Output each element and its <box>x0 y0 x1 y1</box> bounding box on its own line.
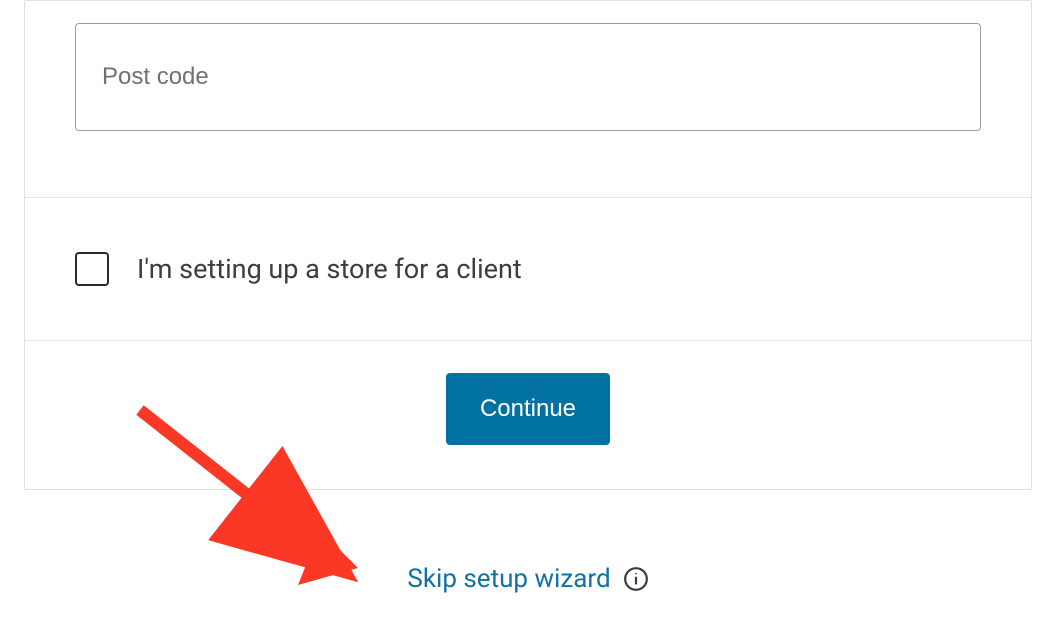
postcode-input[interactable] <box>75 23 981 131</box>
continue-section: Continue <box>25 341 1031 489</box>
skip-row: Skip setup wizard <box>24 564 1032 594</box>
setup-card: I'm setting up a store for a client Cont… <box>24 0 1032 490</box>
skip-setup-link[interactable]: Skip setup wizard <box>407 564 610 594</box>
info-icon[interactable] <box>623 566 649 592</box>
client-checkbox-section: I'm setting up a store for a client <box>25 198 1031 341</box>
client-checkbox[interactable] <box>75 252 109 286</box>
client-checkbox-label: I'm setting up a store for a client <box>137 253 522 285</box>
continue-button[interactable]: Continue <box>446 373 610 445</box>
postcode-section <box>25 1 1031 198</box>
